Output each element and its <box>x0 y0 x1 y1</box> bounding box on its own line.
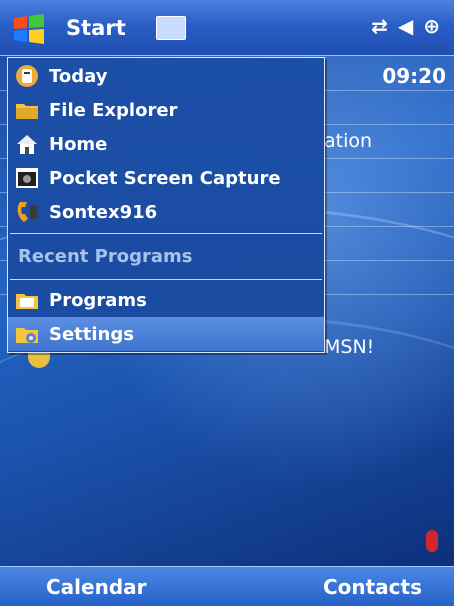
menu-separator <box>10 233 322 234</box>
keyboard-icon[interactable] <box>156 16 186 40</box>
recent-programs-heading: Recent Programs <box>18 246 193 267</box>
programs-folder-icon <box>16 294 38 309</box>
menu-separator <box>10 279 322 280</box>
phone-icon <box>17 202 37 222</box>
menu-item-label: Home <box>49 133 108 155</box>
clock[interactable]: 09:20 <box>382 64 446 88</box>
menu-item-programs[interactable]: Programs <box>8 283 324 317</box>
menu-item-label: Settings <box>49 323 134 345</box>
menu-item-label: Pocket Screen Capture <box>49 167 281 189</box>
start-button[interactable]: Start <box>66 16 126 40</box>
today-item-text: MSN! <box>324 336 375 358</box>
menu-item-pocket-screen-capture[interactable]: Pocket Screen Capture <box>8 161 324 195</box>
bluetooth-icon[interactable] <box>426 530 438 552</box>
windows-logo-icon[interactable] <box>12 12 46 46</box>
start-menu: Today File Explorer Home Pocket Screen C… <box>7 57 325 353</box>
background-wave <box>0 316 454 579</box>
softkey-bar: Calendar Contacts <box>0 566 454 606</box>
connectivity-icon[interactable]: ⇄ <box>371 14 388 38</box>
menu-item-label: Today <box>49 65 108 87</box>
volume-icon[interactable]: ◀︎ <box>398 14 413 38</box>
folder-icon <box>16 104 38 119</box>
menu-item-label: File Explorer <box>49 99 178 121</box>
battery-icon[interactable]: ⊕ <box>423 14 440 38</box>
today-icon <box>16 65 38 87</box>
system-tray: ⇄ ◀︎ ⊕ <box>371 14 440 38</box>
pocketpc-screen: Start ⇄ ◀︎ ⊕ 09:20 ation MSN! Today File… <box>0 0 454 606</box>
contacts-softkey[interactable]: Contacts <box>323 575 422 599</box>
menu-item-sontex916[interactable]: Sontex916 <box>8 195 324 229</box>
menu-item-file-explorer[interactable]: File Explorer <box>8 93 324 127</box>
today-item-text: ation <box>324 130 373 152</box>
menu-item-label: Sontex916 <box>49 201 158 223</box>
menu-item-home[interactable]: Home <box>8 127 324 161</box>
settings-folder-icon <box>16 328 38 343</box>
menu-item-settings[interactable]: Settings <box>8 317 324 351</box>
menu-item-today[interactable]: Today <box>8 59 324 93</box>
title-bar: Start ⇄ ◀︎ ⊕ <box>0 0 454 56</box>
calendar-softkey[interactable]: Calendar <box>46 575 147 599</box>
menu-item-label: Programs <box>49 289 147 311</box>
camera-icon <box>16 168 38 188</box>
home-icon <box>17 135 37 154</box>
